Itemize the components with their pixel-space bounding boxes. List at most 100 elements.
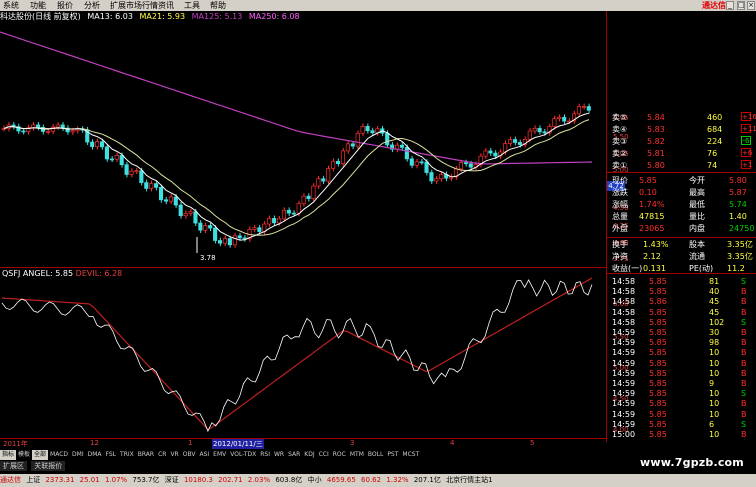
- candle-body: [286, 209, 291, 214]
- panel-divider: [606, 11, 607, 442]
- quote-stat-row: 涨跌 0.10 最高 5.87: [609, 187, 756, 198]
- maximize-icon[interactable]: □: [737, 1, 745, 10]
- ask-change: -6: [741, 136, 751, 145]
- candle-body: [503, 143, 508, 153]
- tab-indicator[interactable]: 模板: [16, 450, 32, 460]
- menu-quote[interactable]: 报价: [57, 0, 73, 11]
- candle-body: [581, 106, 586, 108]
- stat-label: 量比: [689, 212, 705, 221]
- candle-body: [340, 150, 346, 164]
- tab-indicator[interactable]: ROC: [331, 450, 348, 460]
- candle-body: [237, 235, 242, 239]
- candle-body: [429, 172, 434, 182]
- tab-indicator[interactable]: OBV: [181, 450, 198, 460]
- candle-body: [532, 127, 537, 132]
- quote-divider: [607, 273, 756, 274]
- menu-analysis[interactable]: 分析: [84, 0, 100, 11]
- menu-tools[interactable]: 工具: [184, 0, 200, 11]
- tab-indicator[interactable]: BOLL: [366, 450, 385, 460]
- tab-indicator[interactable]: SAR: [286, 450, 302, 460]
- status-sh-label[interactable]: 上证: [26, 476, 40, 484]
- stat-value: 0.10: [639, 188, 657, 197]
- stat-label: 内盘: [689, 224, 705, 233]
- tab-indicator[interactable]: CCI: [317, 450, 331, 460]
- tab-indicator[interactable]: EMV: [211, 450, 228, 460]
- tab-indicator[interactable]: ASI: [197, 450, 211, 460]
- tab-indicator[interactable]: PST: [385, 450, 400, 460]
- bottom-tabs: 扩展区 关联报价: [0, 461, 606, 471]
- tab-related-quote[interactable]: 关联报价: [31, 461, 66, 471]
- candle-body: [144, 182, 149, 189]
- close-icon[interactable]: ×: [747, 1, 755, 10]
- candle-body: [257, 227, 262, 232]
- candle-body: [345, 143, 350, 152]
- menu-bar: 系统 功能 报价 分析 扩展市场行情 资讯 工具 帮助 通达信 _ □ ×: [0, 0, 756, 11]
- candle-body: [350, 143, 355, 147]
- ask-change: +1: [741, 160, 753, 169]
- candle-body: [242, 237, 247, 240]
- ma13-line: [3, 112, 590, 241]
- menu-ext-market[interactable]: 扩展市场行情: [110, 0, 158, 11]
- ma21-label: MA21: 5.93: [139, 12, 186, 21]
- indicator-chart[interactable]: [0, 268, 606, 438]
- ask-price: 5.82: [647, 137, 665, 146]
- tab-indicator[interactable]: CR: [156, 450, 168, 460]
- status-sme-change: 60.62: [361, 476, 382, 484]
- candle-body: [542, 131, 547, 134]
- status-sh-change: 25.01: [79, 476, 100, 484]
- stat-label: 外盘: [612, 224, 628, 233]
- tab-indicator[interactable]: MTM: [348, 450, 366, 460]
- tab-indicator[interactable]: 全部: [32, 450, 49, 460]
- ask-label: 卖②: [612, 149, 628, 158]
- angel-line: [1, 279, 593, 433]
- menu-system[interactable]: 系统: [3, 0, 19, 11]
- x-label-dec: 12: [90, 439, 99, 447]
- tab-indicator[interactable]: TRIX: [118, 450, 136, 460]
- x-cursor-date: 2012/01/11/三: [212, 439, 264, 449]
- minimize-icon[interactable]: _: [726, 1, 734, 10]
- status-server[interactable]: 北京行情主站1: [446, 476, 492, 484]
- quote-stat-row: 涨幅 1.74% 最低 5.74: [609, 199, 756, 210]
- order-book-row: 卖② 5.81 76 +6: [609, 148, 756, 159]
- candle-body: [439, 174, 444, 180]
- tab-indicator[interactable]: 指标: [0, 450, 17, 460]
- menu-help[interactable]: 帮助: [210, 0, 226, 11]
- tab-indicator[interactable]: RSI: [258, 450, 272, 460]
- x-label-year: 2011年: [3, 440, 28, 448]
- stat-label: 最高: [689, 188, 705, 197]
- tab-indicator[interactable]: BRAR: [136, 450, 156, 460]
- tab-indicator[interactable]: MCST: [400, 450, 421, 460]
- menu-news[interactable]: 资讯: [158, 0, 174, 11]
- candle-body: [139, 170, 144, 183]
- candle-body: [227, 238, 232, 246]
- tab-indicator[interactable]: MACD: [48, 450, 70, 460]
- tab-indicator[interactable]: VR: [168, 450, 180, 460]
- candle-body: [458, 162, 464, 170]
- tick-volume: 10: [709, 430, 720, 439]
- stat-value: 5.80: [729, 176, 747, 185]
- tab-indicator[interactable]: DMA: [86, 450, 104, 460]
- status-sme-label[interactable]: 中小: [308, 476, 322, 484]
- tab-indicator[interactable]: DMI: [70, 450, 86, 460]
- ask-volume: 76: [707, 149, 718, 158]
- chart-title-line: 科达股份(日线 前复权) MA13: 6.03 MA21: 5.93 MA125…: [0, 12, 304, 22]
- candle-body: [134, 170, 139, 173]
- candle-body: [512, 139, 518, 143]
- candle-body: [70, 130, 75, 133]
- tab-indicator[interactable]: WR: [272, 450, 286, 460]
- stat-value: 1.74%: [639, 200, 665, 209]
- candle-body: [385, 132, 390, 146]
- status-sz-change: 202.71: [218, 476, 243, 484]
- status-sz-label[interactable]: 深证: [165, 476, 179, 484]
- menu-function[interactable]: 功能: [30, 0, 46, 11]
- stat-value: 5.74: [729, 200, 747, 209]
- tab-indicator[interactable]: KDJ: [302, 450, 316, 460]
- ask-change: +16: [741, 112, 756, 121]
- tab-indicator[interactable]: VOL-TDX: [228, 450, 258, 460]
- tab-extension[interactable]: 扩展区: [0, 461, 27, 471]
- candle-body: [537, 127, 542, 133]
- candle-body: [104, 146, 110, 160]
- stat-value: 1.43%: [643, 240, 669, 249]
- kline-chart[interactable]: 3.78: [0, 22, 606, 267]
- tab-indicator[interactable]: FSL: [104, 450, 119, 460]
